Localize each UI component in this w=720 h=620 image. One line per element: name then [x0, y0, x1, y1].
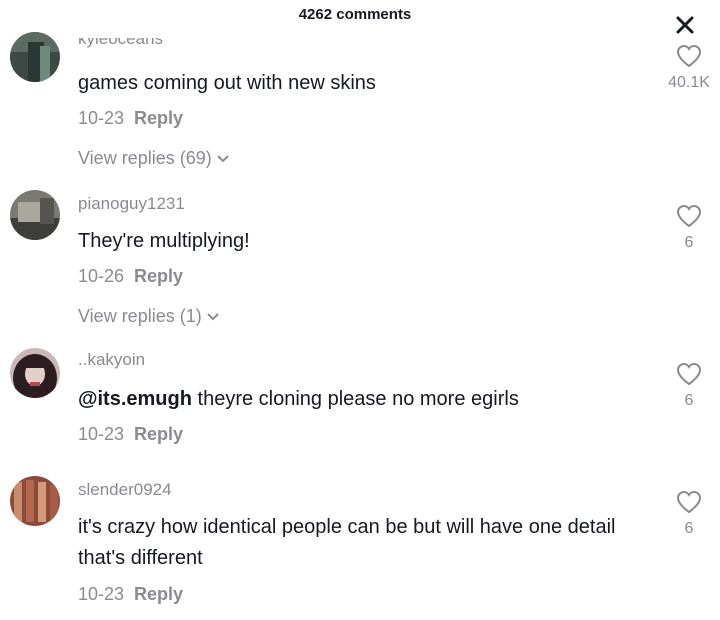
heart-icon[interactable] [676, 362, 702, 386]
comments-count-title: 4262 comments [298, 6, 412, 23]
avatar[interactable] [10, 190, 60, 240]
comment-date: 10-23 [78, 108, 125, 128]
comment-meta: 10-23 Reply [78, 424, 183, 445]
like-count: 6 [684, 234, 694, 251]
reply-button[interactable]: Reply [134, 266, 183, 286]
like-count: 40.1K [668, 74, 710, 91]
close-button[interactable] [672, 12, 698, 38]
comment-text: They're multiplying! [78, 230, 250, 252]
view-replies-label: View replies (69) [78, 148, 212, 168]
reply-button[interactable]: Reply [134, 584, 183, 604]
comment-text: it's crazy how identical people can be b… [78, 516, 616, 569]
comment-body: theyre cloning please no more egirls [191, 388, 519, 410]
chevron-down-icon [207, 312, 219, 320]
comment-date: 10-23 [78, 584, 125, 604]
avatar[interactable] [10, 348, 60, 398]
heart-icon[interactable] [676, 44, 702, 68]
view-replies-button[interactable]: View replies (69) [78, 148, 230, 169]
view-replies-button[interactable]: View replies (1) [78, 306, 220, 327]
comment-username[interactable]: ..kakyoin [78, 350, 145, 370]
comment-meta: 10-23 Reply [78, 108, 183, 129]
like-count: 6 [684, 520, 694, 537]
reply-button[interactable]: Reply [134, 108, 183, 128]
comment-username[interactable]: pianoguy1231 [78, 194, 185, 214]
comment-date: 10-23 [78, 424, 125, 444]
like-count: 6 [684, 392, 694, 409]
heart-icon[interactable] [676, 204, 702, 228]
comment-meta: 10-23 Reply [78, 584, 183, 605]
heart-icon[interactable] [676, 490, 702, 514]
reply-button[interactable]: Reply [134, 424, 183, 444]
view-replies-label: View replies (1) [78, 306, 202, 326]
comment-meta: 10-26 Reply [78, 266, 183, 287]
avatar[interactable] [10, 32, 60, 82]
comment-text: @its.emugh theyre cloning please no more… [78, 384, 658, 415]
comment-username[interactable]: kyleoceans [78, 38, 163, 50]
comment-date: 10-26 [78, 266, 125, 286]
avatar[interactable] [10, 476, 60, 526]
mention-link[interactable]: @its.emugh [78, 388, 192, 410]
comment-username[interactable]: slender0924 [78, 480, 172, 500]
comment-text: games coming out with new skins [78, 72, 376, 94]
close-icon [676, 16, 694, 34]
chevron-down-icon [217, 154, 229, 162]
